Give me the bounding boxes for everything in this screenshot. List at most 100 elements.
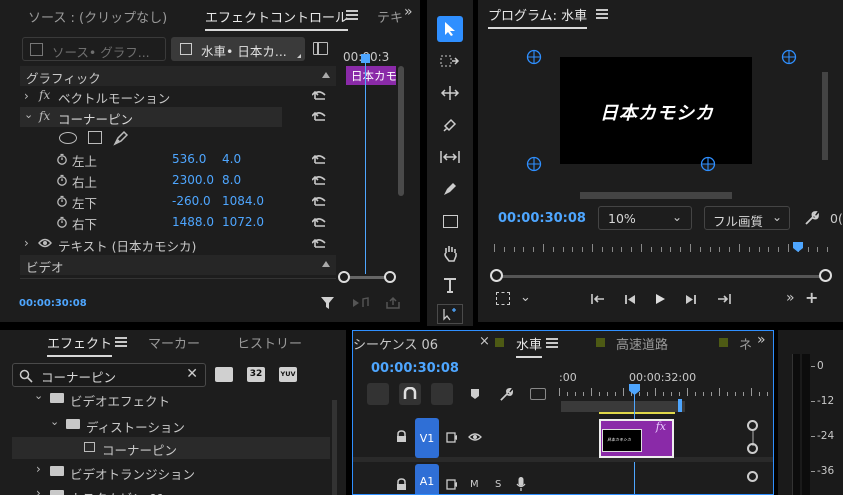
reset-icon[interactable] (312, 111, 328, 123)
corner-pin-handle-icon[interactable] (781, 49, 797, 65)
program-scrubber[interactable] (490, 269, 832, 283)
expand-right-icon[interactable]: › (36, 462, 41, 476)
yuv-effects-icon[interactable]: YUV (279, 367, 297, 382)
ellipse-mask-icon[interactable] (59, 132, 77, 144)
ec-playhead[interactable] (365, 54, 366, 274)
collapse-up-icon[interactable] (322, 261, 330, 267)
v1-clip[interactable]: fx 日本カモシカ (599, 419, 674, 458)
selection-tool[interactable] (437, 16, 463, 42)
sync-lock-icon[interactable] (446, 479, 458, 490)
effects-search-input[interactable]: コーナーピン ✕ (12, 363, 206, 387)
clip-dropdown[interactable]: 水車• 日本カ... (171, 37, 305, 61)
fx-icon[interactable]: fx (39, 109, 50, 123)
program-ruler[interactable] (490, 242, 832, 256)
effects-tree-item[interactable]: › カスタムビン 01 (12, 485, 330, 495)
nest-sequence-button[interactable] (367, 383, 389, 405)
overflow-chevron-icon[interactable]: » (757, 332, 766, 348)
ec-clip-bar[interactable]: 日本カモ (346, 66, 397, 85)
timeline-ruler[interactable] (559, 386, 773, 398)
tab-highway[interactable]: 高速道路 (616, 334, 668, 353)
ripple-edit-tool[interactable] (437, 80, 463, 106)
quality-dropdown[interactable]: フル画質 ⌄ (704, 206, 790, 230)
param-x-value[interactable]: 1488.0 (172, 215, 214, 229)
tab-sequence-06[interactable]: シーケンス 06 (353, 334, 438, 353)
overflow-chevron-icon[interactable]: » (786, 290, 795, 306)
effects-tree-item[interactable]: › ビデオトランジション (12, 461, 330, 483)
accelerated-effects-icon[interactable] (215, 367, 233, 382)
panel-menu-icon[interactable] (115, 337, 127, 347)
hand-tool[interactable] (437, 240, 463, 266)
param-y-value[interactable]: 4.0 (222, 152, 241, 166)
reset-icon[interactable] (312, 196, 328, 208)
step-forward-icon[interactable] (685, 294, 697, 305)
corner-pin-handle-icon[interactable] (526, 49, 542, 65)
param-x-value[interactable]: 2300.0 (172, 173, 214, 187)
tool-more-icon[interactable] (437, 304, 463, 324)
panel-menu-icon[interactable] (596, 9, 608, 19)
rectangle-tool[interactable] (437, 208, 463, 234)
go-to-in-icon[interactable] (590, 293, 606, 305)
stopwatch-icon[interactable] (56, 153, 68, 165)
source-dropdown[interactable]: ソース• グラフ... (22, 37, 166, 61)
effects-tree-item[interactable]: ⌄ ディストーション (12, 414, 330, 436)
effects-tree-item[interactable]: ⌄ ビデオエフェクト (12, 388, 330, 410)
play-audio-icon[interactable] (352, 297, 370, 309)
linked-selection-button[interactable] (431, 383, 453, 405)
solo-button[interactable]: S (495, 479, 501, 490)
expand-down-icon[interactable]: ⌄ (50, 415, 59, 428)
eye-icon[interactable] (468, 432, 482, 442)
param-x-value[interactable]: -260.0 (172, 194, 211, 208)
effects-tree-item[interactable]: コーナーピン (12, 437, 330, 459)
snap-button[interactable] (399, 383, 421, 405)
expand-right-icon[interactable]: › (24, 236, 29, 250)
step-back-icon[interactable] (624, 294, 636, 305)
panel-layout-icon[interactable] (313, 42, 328, 55)
export-icon[interactable] (385, 296, 401, 310)
timeline-timecode[interactable]: 00:00:30:08 (371, 361, 459, 376)
panel-menu-icon[interactable] (546, 338, 558, 348)
microphone-icon[interactable] (516, 476, 526, 492)
type-tool[interactable] (437, 272, 463, 298)
collapse-up-icon[interactable] (322, 72, 330, 78)
pen-tool[interactable] (437, 176, 463, 202)
track-v1-button[interactable]: V1 (415, 418, 439, 458)
tab-suisha[interactable]: 水車 (516, 334, 543, 358)
ec-zoom-slider[interactable] (338, 271, 396, 283)
stopwatch-icon[interactable] (56, 195, 68, 207)
close-icon[interactable]: × (479, 334, 490, 349)
rectangle-mask-icon[interactable] (88, 131, 102, 144)
corner-pin-handle-icon[interactable] (526, 156, 542, 172)
program-scroll-v[interactable] (822, 72, 828, 160)
work-area-bar[interactable] (561, 401, 685, 412)
param-y-value[interactable]: 8.0 (222, 173, 241, 187)
track-select-tool[interactable] (437, 48, 463, 74)
param-y-value[interactable]: 1084.0 (222, 194, 264, 208)
pen-mask-icon[interactable] (113, 130, 129, 146)
ec-timecode[interactable]: 00:00:30:08 (19, 298, 87, 309)
lock-icon[interactable] (396, 478, 407, 491)
add-button-icon[interactable]: + (805, 288, 818, 307)
captions-icon[interactable] (530, 388, 546, 400)
stopwatch-icon[interactable] (56, 216, 68, 228)
panel-menu-icon[interactable] (346, 10, 358, 20)
tab-text[interactable]: テキ (377, 7, 403, 26)
eye-icon[interactable] (38, 237, 52, 249)
reset-icon[interactable] (312, 175, 328, 187)
zoom-dropdown[interactable]: 10% ⌄ (598, 206, 692, 230)
tab-effect-controls[interactable]: エフェクトコントロール (205, 7, 349, 31)
program-monitor-title[interactable]: プログラム: 水車 (488, 5, 588, 29)
corner-pin-handle-icon[interactable] (700, 156, 716, 172)
sync-lock-icon[interactable] (446, 432, 458, 443)
filter-icon[interactable] (320, 296, 335, 310)
track-a1-button[interactable]: A1 (415, 464, 439, 494)
reset-icon[interactable] (312, 217, 328, 229)
go-to-out-icon[interactable] (716, 293, 732, 305)
play-icon[interactable] (655, 293, 666, 305)
tab-effects[interactable]: エフェクト (47, 333, 113, 357)
lock-icon[interactable] (396, 430, 407, 443)
ec-playhead-head[interactable] (361, 54, 370, 63)
32bit-effects-icon[interactable]: 32 (247, 367, 265, 382)
program-scroll-h[interactable] (580, 192, 732, 199)
reset-icon[interactable] (312, 90, 328, 102)
stopwatch-icon[interactable] (56, 174, 68, 186)
